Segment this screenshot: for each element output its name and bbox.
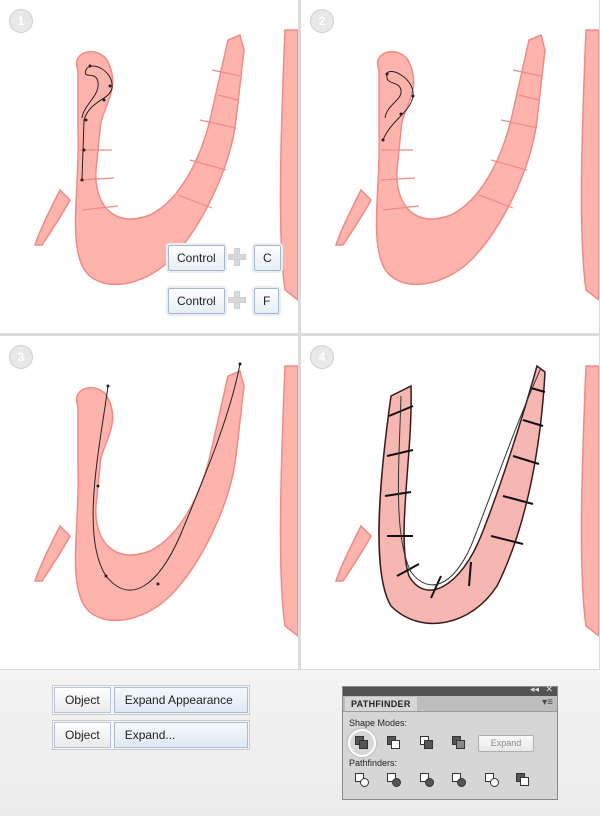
step-number-badge: 2 xyxy=(310,9,334,33)
close-icon[interactable]: ✕ xyxy=(545,684,553,695)
pathfinder-panel: ◂◂ ✕ PATHFINDER ▾≡ Shape Modes: Expand P… xyxy=(342,684,558,800)
step-panel-3: 3 xyxy=(0,336,298,669)
plus-icon xyxy=(228,248,246,266)
worm-illustration-1 xyxy=(33,29,298,301)
step-panel-2: 2 xyxy=(301,0,599,333)
control-key: Control xyxy=(168,245,225,271)
tutorial-grid: 1 Control C Control F 2 3 4 xyxy=(0,0,600,670)
plus-icon xyxy=(228,291,246,309)
worm-illustration-2 xyxy=(334,29,599,301)
step-number-badge: 3 xyxy=(9,345,33,369)
pathfinders-label: Pathfinders: xyxy=(349,758,398,768)
intersect-icon[interactable] xyxy=(420,736,434,750)
minus-back-icon[interactable] xyxy=(516,773,530,787)
panel-menu-icon[interactable]: ▾≡ xyxy=(542,697,553,708)
minus-front-icon[interactable] xyxy=(387,736,401,750)
worm-illustration-3 xyxy=(33,362,298,637)
control-key: Control xyxy=(168,288,225,314)
c-key: C xyxy=(254,245,281,271)
panel-tab-bar: PATHFINDER ▾≡ xyxy=(343,696,557,712)
merge-icon[interactable] xyxy=(420,773,434,787)
step-number-badge: 4 xyxy=(310,345,334,369)
unite-icon[interactable] xyxy=(355,736,369,750)
panel-title-bar: ◂◂ ✕ xyxy=(343,684,557,696)
exclude-icon[interactable] xyxy=(452,736,466,750)
outline-icon[interactable] xyxy=(485,773,499,787)
expand-button[interactable]: Expand... xyxy=(113,722,248,748)
collapse-icon[interactable]: ◂◂ xyxy=(530,684,539,695)
object-menu-button[interactable]: Object xyxy=(54,687,111,713)
step-panel-1: 1 Control C Control F xyxy=(0,0,298,333)
divide-icon[interactable] xyxy=(355,773,369,787)
object-menu-button[interactable]: Object xyxy=(54,722,111,748)
tab-pathfinder[interactable]: PATHFINDER xyxy=(345,697,417,711)
trim-icon[interactable] xyxy=(387,773,401,787)
step-panel-4: 4 xyxy=(301,336,599,669)
menu-path-expand-appearance: Object Expand Appearance xyxy=(52,685,250,715)
expand-shape-button[interactable]: Expand xyxy=(478,735,534,752)
worm-illustration-4 xyxy=(334,364,599,637)
shape-modes-label: Shape Modes: xyxy=(349,718,408,728)
expand-appearance-button[interactable]: Expand Appearance xyxy=(113,687,248,713)
step-number-badge: 1 xyxy=(9,9,33,33)
f-key: F xyxy=(254,288,280,314)
menu-path-expand: Object Expand... xyxy=(52,720,250,750)
crop-icon[interactable] xyxy=(452,773,466,787)
